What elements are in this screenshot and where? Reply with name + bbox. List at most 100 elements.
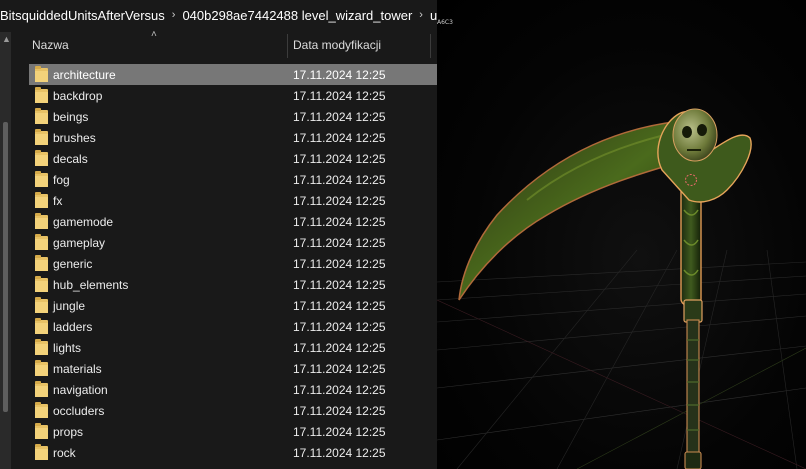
folder-icon — [35, 339, 48, 355]
folder-icon — [35, 171, 48, 187]
folder-name: ladders — [53, 320, 93, 334]
folder-icon — [35, 213, 48, 229]
folder-date-modified: 17.11.2024 12:25 — [293, 173, 386, 187]
folder-row[interactable]: generic 17.11.2024 12:25 — [29, 253, 437, 274]
scroll-up-arrow-icon[interactable]: ▲ — [2, 34, 11, 44]
folder-row[interactable]: lights 17.11.2024 12:25 — [29, 337, 437, 358]
folder-row[interactable]: jungle 17.11.2024 12:25 — [29, 295, 437, 316]
folder-date-modified: 17.11.2024 12:25 — [293, 425, 386, 439]
folder-icon — [35, 423, 48, 439]
folder-row[interactable]: architecture 17.11.2024 12:25 — [29, 64, 437, 85]
folder-icon — [35, 318, 48, 334]
folder-name: architecture — [53, 68, 116, 82]
folder-row[interactable]: navigation 17.11.2024 12:25 — [29, 379, 437, 400]
folder-icon — [35, 192, 48, 208]
sort-ascending-icon: ˄ — [151, 29, 157, 40]
folder-row[interactable]: fog 17.11.2024 12:25 — [29, 169, 437, 190]
folder-date-modified: 17.11.2024 12:25 — [293, 110, 386, 124]
folder-row[interactable]: props 17.11.2024 12:25 — [29, 421, 437, 442]
folder-name: gameplay — [53, 236, 106, 250]
folder-name: brushes — [53, 131, 96, 145]
chevron-right-icon[interactable]: › — [415, 0, 427, 30]
ground-grid — [437, 249, 806, 469]
folder-date-modified: 17.11.2024 12:25 — [293, 404, 386, 418]
folder-date-modified: 17.11.2024 12:25 — [293, 299, 386, 313]
folder-row[interactable]: backdrop 17.11.2024 12:25 — [29, 85, 437, 106]
file-list: architecture 17.11.2024 12:25 backdrop 17.1… — [29, 64, 437, 463]
scrollbar-thumb[interactable] — [3, 122, 8, 412]
x-axis-line — [437, 299, 806, 469]
folder-icon — [35, 150, 48, 166]
column-divider[interactable] — [430, 34, 431, 58]
folder-date-modified: 17.11.2024 12:25 — [293, 320, 386, 334]
folder-row[interactable]: rock 17.11.2024 12:25 — [29, 442, 437, 463]
folder-name: props — [53, 425, 84, 439]
folder-row[interactable]: brushes 17.11.2024 12:25 — [29, 127, 437, 148]
folder-date-modified: 17.11.2024 12:25 — [293, 236, 386, 250]
folder-date-modified: 17.11.2024 12:25 — [293, 341, 386, 355]
chevron-right-icon[interactable]: › — [168, 0, 180, 30]
folder-icon — [35, 444, 48, 460]
column-header-date-modified[interactable]: Data modyfikacji — [293, 38, 381, 52]
folder-name: jungle — [53, 299, 86, 313]
folder-date-modified: 17.11.2024 12:25 — [293, 89, 386, 103]
folder-row[interactable]: hub_elements 17.11.2024 12:25 — [29, 274, 437, 295]
folder-date-modified: 17.11.2024 12:25 — [293, 215, 386, 229]
folder-icon — [35, 66, 48, 82]
scythe-blade — [458, 119, 693, 301]
folder-name: navigation — [53, 383, 108, 397]
folder-icon — [35, 360, 48, 376]
folder-icon — [35, 276, 48, 292]
folder-icon — [35, 87, 48, 103]
file-explorer-pane: BitsquiddedUnitsAfterVersus › 040b298ae7… — [0, 0, 437, 469]
folder-icon — [35, 129, 48, 145]
shaft-collar — [683, 299, 703, 323]
folder-icon — [35, 297, 48, 313]
folder-name: backdrop — [53, 89, 103, 103]
folder-name: materials — [53, 362, 102, 376]
folder-date-modified: 17.11.2024 12:25 — [293, 257, 386, 271]
folder-row[interactable]: ladders 17.11.2024 12:25 — [29, 316, 437, 337]
folder-name: lights — [53, 341, 82, 355]
folder-name: hub_elements — [53, 278, 129, 292]
folder-date-modified: 17.11.2024 12:25 — [293, 152, 386, 166]
folder-icon — [35, 381, 48, 397]
folder-row[interactable]: fx 17.11.2024 12:25 — [29, 190, 437, 211]
folder-name: fx — [53, 194, 63, 208]
folder-date-modified: 17.11.2024 12:25 — [293, 446, 386, 460]
folder-name: beings — [53, 110, 89, 124]
viewport-label: A6C3 — [437, 19, 453, 26]
folder-date-modified: 17.11.2024 12:25 — [293, 194, 386, 208]
folder-row[interactable]: beings 17.11.2024 12:25 — [29, 106, 437, 127]
folder-name: decals — [53, 152, 88, 166]
folder-date-modified: 17.11.2024 12:25 — [293, 383, 386, 397]
folder-icon — [35, 108, 48, 124]
3d-viewport[interactable]: A6C3 — [437, 0, 806, 469]
folder-date-modified: 17.11.2024 12:25 — [293, 68, 386, 82]
folder-row[interactable]: decals 17.11.2024 12:25 — [29, 148, 437, 169]
folder-icon — [35, 402, 48, 418]
folder-date-modified: 17.11.2024 12:25 — [293, 362, 386, 376]
column-header-row: Nazwa ˄ Data modyfikacji — [11, 29, 437, 60]
folder-name: gamemode — [53, 215, 114, 229]
column-divider[interactable] — [287, 34, 288, 58]
breadcrumb-item[interactable]: units — [427, 0, 437, 30]
column-header-name[interactable]: Nazwa — [32, 38, 69, 52]
breadcrumb[interactable]: BitsquiddedUnitsAfterVersus › 040b298ae7… — [0, 0, 437, 30]
skull — [672, 108, 718, 162]
folder-row[interactable]: gameplay 17.11.2024 12:25 — [29, 232, 437, 253]
folder-date-modified: 17.11.2024 12:25 — [293, 278, 386, 292]
folder-name: fog — [53, 173, 70, 187]
folder-row[interactable]: materials 17.11.2024 12:25 — [29, 358, 437, 379]
viewport-canvas[interactable] — [437, 0, 806, 469]
folder-name: generic — [53, 257, 93, 271]
folder-icon — [35, 255, 48, 271]
shaft-end-cap — [684, 451, 702, 469]
folder-row[interactable]: occluders 17.11.2024 12:25 — [29, 400, 437, 421]
folder-row[interactable]: gamemode 17.11.2024 12:25 — [29, 211, 437, 232]
folder-name: occluders — [53, 404, 105, 418]
breadcrumb-item[interactable]: 040b298ae7442488 level_wizard_tower — [179, 0, 415, 30]
breadcrumb-item[interactable]: BitsquiddedUnitsAfterVersus — [0, 0, 168, 30]
folder-name: rock — [53, 446, 76, 460]
folder-icon — [35, 234, 48, 250]
